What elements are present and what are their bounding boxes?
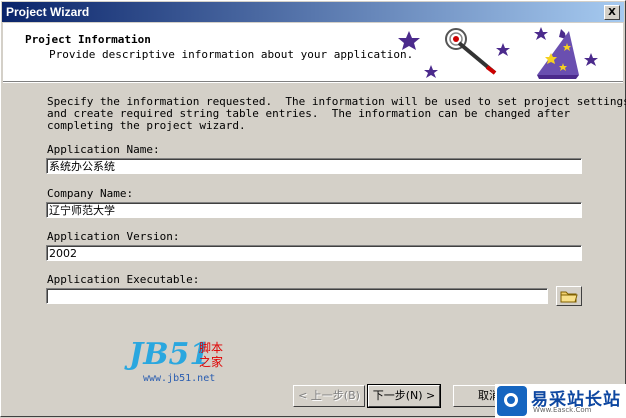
application-version-input[interactable]: 2002 xyxy=(46,245,582,261)
next-button[interactable]: 下一步(N) > xyxy=(367,384,441,408)
wizard-header: Project Information Provide descriptive … xyxy=(3,23,623,82)
jb51-cn-text: 脚本 之家 xyxy=(199,341,229,369)
page-title: Project Information xyxy=(25,33,151,46)
project-wizard-window: Project Wizard X Project Information Pro… xyxy=(0,0,626,418)
company-name-input[interactable]: 辽宁师范大学 xyxy=(46,202,582,218)
application-executable-input[interactable] xyxy=(46,288,548,304)
application-name-input[interactable]: 系统办公系统 xyxy=(46,158,582,174)
jb51-url: www.jb51.net xyxy=(143,373,216,384)
wizard-hat-icon xyxy=(398,27,598,79)
application-name-label: Application Name: xyxy=(47,143,160,156)
title-bar[interactable]: Project Wizard X xyxy=(2,2,624,22)
easck-site: Www.Easck.Com xyxy=(533,406,592,414)
instructions-text: Specify the information requested. The i… xyxy=(47,95,626,132)
application-version-label: Application Version: xyxy=(47,230,180,243)
close-button[interactable]: X xyxy=(604,5,620,20)
folder-icon xyxy=(560,291,578,303)
easck-watermark: 易采站长站 Www.Easck.Com xyxy=(495,384,626,418)
window-title: Project Wizard xyxy=(6,5,90,19)
header-divider xyxy=(3,82,623,83)
jb51-watermark: JB51 脚本 之家 www.jb51.net xyxy=(129,337,239,385)
back-button[interactable]: < 上一步(B) xyxy=(293,385,365,407)
company-name-label: Company Name: xyxy=(47,187,134,200)
application-executable-label: Application Executable: xyxy=(47,273,200,286)
page-subtitle: Provide descriptive information about yo… xyxy=(49,48,414,61)
browse-button[interactable] xyxy=(556,286,582,306)
jb51-cn-line2: 之家 xyxy=(199,355,224,369)
easck-logo-icon xyxy=(497,386,527,416)
jb51-cn-line1: 脚本 xyxy=(199,341,224,355)
